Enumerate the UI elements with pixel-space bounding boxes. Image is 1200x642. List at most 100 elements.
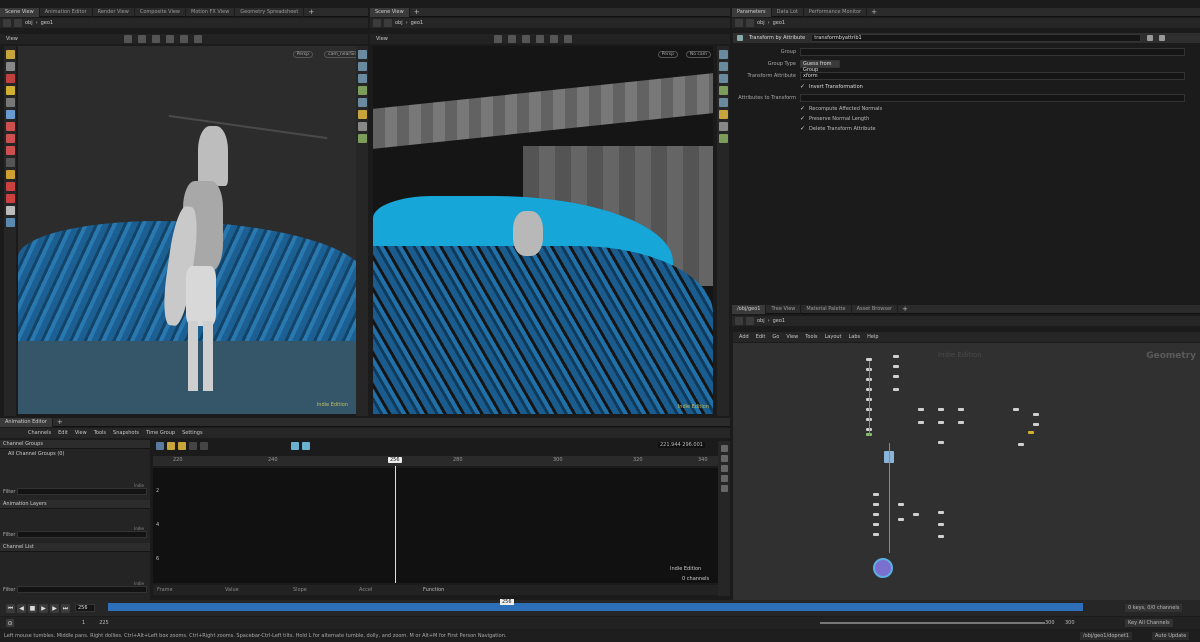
back-icon-2[interactable] (373, 19, 381, 27)
field-slope[interactable]: Slope (289, 587, 355, 593)
graph-shelf-icon-3[interactable] (720, 465, 728, 472)
graph-tangent-icon[interactable] (200, 442, 208, 450)
forward-icon-2[interactable] (384, 19, 392, 27)
add-tab-icon-5[interactable]: + (53, 418, 67, 426)
path-obj-2[interactable]: obj (395, 20, 403, 26)
transform-icon[interactable] (137, 35, 146, 43)
tab-parameters[interactable]: Parameters (732, 7, 772, 17)
menu-help[interactable]: Help (867, 334, 878, 340)
attrs-field[interactable] (800, 94, 1185, 102)
graph-snap-icon[interactable] (291, 442, 299, 450)
display-icon-2b[interactable] (549, 35, 558, 43)
tab-network[interactable]: /obj/geo1 (732, 304, 767, 314)
node[interactable] (938, 523, 944, 526)
group-type-select[interactable]: Guess from Group (800, 60, 840, 73)
filter-input-3[interactable] (17, 586, 147, 593)
node[interactable] (893, 365, 899, 368)
menu-go[interactable]: Go (772, 334, 779, 340)
node[interactable] (873, 493, 879, 496)
play-icon[interactable]: ▶ (39, 603, 48, 613)
timeline-cursor[interactable]: 256 (500, 599, 514, 605)
node[interactable] (873, 533, 879, 536)
select-icon[interactable] (123, 35, 132, 43)
node[interactable] (918, 408, 924, 411)
group-field[interactable] (800, 48, 1185, 56)
delete-checkbox[interactable]: ✓ (800, 126, 806, 132)
tab-data-lot[interactable]: Data Lot (772, 7, 804, 17)
snap-icon[interactable] (165, 35, 174, 43)
mid-display-icon-2[interactable] (718, 62, 728, 71)
tab-asset-browser[interactable]: Asset Browser (852, 304, 899, 314)
camera-icon[interactable] (193, 35, 202, 43)
anim-menu-time-group[interactable]: Time Group (146, 430, 175, 436)
back-icon-4[interactable] (735, 317, 743, 325)
path-obj-3[interactable]: obj (757, 20, 765, 26)
key-all-channels[interactable]: Key All Channels (1125, 619, 1173, 627)
light-tool-icon[interactable] (5, 182, 15, 191)
stop-icon[interactable]: ■ (28, 603, 37, 613)
node[interactable] (873, 523, 879, 526)
view-label-2[interactable]: View (376, 36, 388, 42)
display-icon-2[interactable] (357, 62, 367, 71)
field-function[interactable]: Function (419, 587, 444, 593)
mid-display-icon-1[interactable] (718, 50, 728, 59)
graph-frame-icon[interactable] (167, 442, 175, 450)
timeline-track[interactable] (108, 603, 1083, 611)
handle-icon[interactable] (151, 35, 160, 43)
back-icon-3[interactable] (735, 19, 743, 27)
realtime-icon[interactable]: ⊙ (6, 619, 14, 627)
node[interactable] (893, 388, 899, 391)
graph-key-icon[interactable] (189, 442, 197, 450)
tab-scene-view-2[interactable]: Scene View (370, 7, 410, 17)
path-geo-4[interactable]: geo1 (773, 318, 786, 324)
chip-persp-mid[interactable]: Persp (657, 50, 678, 58)
graph-area[interactable] (153, 468, 718, 583)
view-label[interactable]: View (6, 36, 18, 42)
node[interactable] (898, 518, 904, 521)
path-obj-4[interactable]: obj (757, 318, 765, 324)
node[interactable] (938, 441, 944, 444)
node[interactable] (1018, 443, 1024, 446)
sculpt-tool-icon[interactable] (5, 134, 15, 143)
frame-field[interactable]: 256 (75, 604, 95, 612)
tab-tree-view[interactable]: Tree View (766, 304, 802, 314)
step-forward-icon[interactable]: ▶ (50, 603, 59, 613)
mid-display-icon-5[interactable] (718, 98, 728, 107)
filter-input-1[interactable] (17, 488, 147, 495)
recompute-checkbox[interactable]: ✓ (800, 106, 806, 112)
display-icon-5[interactable] (357, 98, 367, 107)
path-geo[interactable]: geo1 (41, 20, 54, 26)
pose-tool-icon[interactable] (5, 98, 15, 107)
node[interactable] (958, 408, 964, 411)
graph-shelf-icon-5[interactable] (720, 485, 728, 492)
path-geo-3[interactable]: geo1 (773, 20, 786, 26)
move-tool-icon[interactable] (5, 62, 15, 71)
handle-tool-icon[interactable] (5, 110, 15, 119)
graph-select-icon[interactable] (156, 442, 164, 450)
chip-persp-left[interactable]: Persp (292, 50, 313, 58)
add-tab-icon-4[interactable]: + (898, 305, 912, 313)
camera-icon-2[interactable] (563, 35, 572, 43)
display-icon-6[interactable] (357, 110, 367, 119)
tab-animation-editor[interactable]: Animation Editor (40, 7, 93, 17)
menu-labs[interactable]: Labs (849, 334, 861, 340)
tab-motion-fx-view[interactable]: Motion FX View (186, 7, 236, 17)
scale-tool-icon[interactable] (5, 86, 15, 95)
mid-display-icon-3[interactable] (718, 74, 728, 83)
select-icon-2[interactable] (493, 35, 502, 43)
anim-menu-view[interactable]: View (75, 430, 87, 436)
graph-shelf-icon-4[interactable] (720, 475, 728, 482)
help-icon[interactable] (1159, 35, 1166, 41)
field-frame[interactable]: Frame (153, 587, 221, 593)
mid-display-icon-6[interactable] (718, 110, 728, 119)
graph-shelf-icon-1[interactable] (720, 445, 728, 452)
view-tool-icon[interactable] (5, 158, 15, 167)
node[interactable] (893, 355, 899, 358)
mid-display-icon-4[interactable] (718, 86, 728, 95)
node[interactable] (873, 513, 879, 516)
select-tool-icon[interactable] (5, 50, 15, 59)
preserve-checkbox[interactable]: ✓ (800, 116, 806, 122)
tab-material-palette[interactable]: Material Palette (801, 304, 852, 314)
node[interactable] (913, 513, 919, 516)
path-geo-2[interactable]: geo1 (411, 20, 424, 26)
